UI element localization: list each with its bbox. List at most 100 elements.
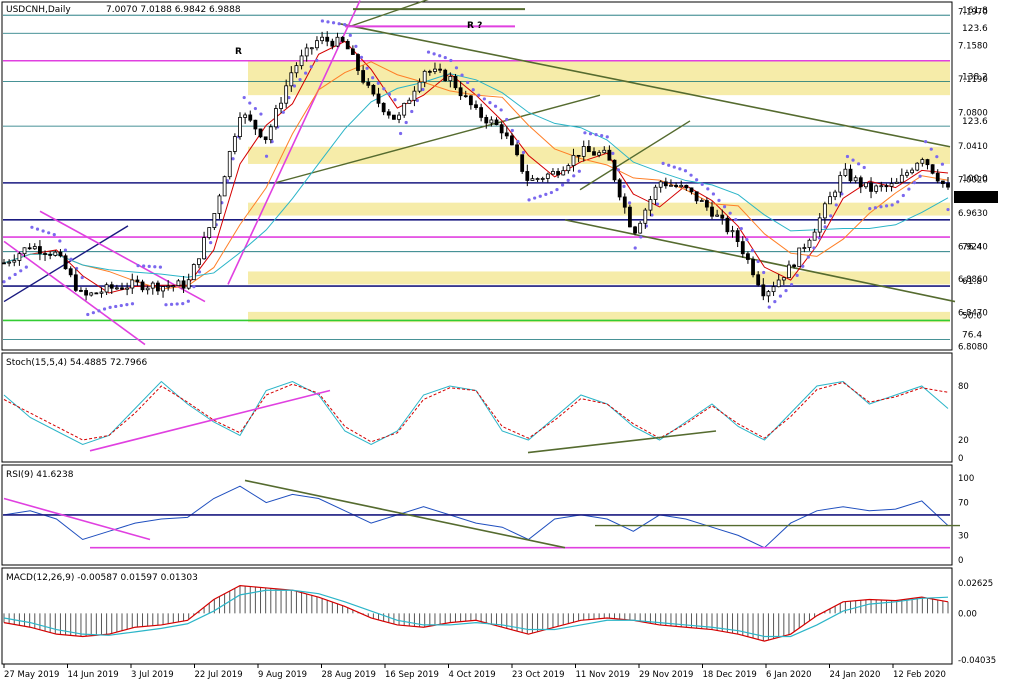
candle-body-81 — [417, 81, 422, 92]
sar-dot-15 — [86, 312, 90, 317]
sar-dot-133 — [745, 237, 749, 242]
candle-body-161 — [828, 196, 832, 205]
candle-body-173 — [889, 183, 894, 187]
date-label-0: 27 May 2019 — [4, 670, 59, 680]
candle-body-146 — [751, 259, 755, 276]
sar-dot-25 — [142, 264, 146, 268]
candle-body-52 — [268, 126, 273, 141]
candle-body-69 — [356, 54, 360, 71]
candle-body-21 — [109, 284, 114, 289]
sar-dot-30 — [169, 302, 174, 306]
candle-body-182 — [935, 172, 940, 182]
date-label-10: 29 Nov 2019 — [639, 670, 693, 680]
candle-body-127 — [653, 186, 658, 200]
candle-body-25 — [130, 279, 135, 289]
sar-dot-67 — [376, 81, 380, 85]
candle-body-36 — [186, 279, 191, 289]
candle-body-149 — [766, 291, 771, 297]
candle-body-156 — [802, 247, 807, 249]
sar-dot-29 — [164, 303, 168, 307]
sar-dot-138 — [773, 300, 777, 304]
candle-body-71 — [366, 81, 371, 86]
candle-body-90 — [463, 95, 468, 98]
sar-dot-149 — [834, 203, 838, 207]
date-label-7: 4 Oct 2019 — [449, 670, 496, 680]
sar-dot-168 — [940, 162, 945, 166]
sar-dot-131 — [734, 217, 738, 222]
sar-dot-120 — [672, 165, 676, 169]
sar-dot-165 — [924, 140, 928, 144]
sar-dot-41 — [231, 157, 235, 161]
candle-body-178 — [915, 162, 920, 171]
candle-body-87 — [448, 75, 453, 82]
candle-body-169 — [869, 182, 873, 192]
candle-body-76 — [392, 114, 396, 120]
candle-body-50 — [258, 128, 263, 138]
candle-body-88 — [453, 75, 458, 89]
candle-body-145 — [746, 253, 750, 260]
candle-body-107 — [551, 171, 555, 175]
candle-body-166 — [853, 177, 858, 182]
candle-body-172 — [884, 185, 889, 188]
sar-dot-123 — [689, 173, 693, 177]
ma-line-1 — [3, 61, 949, 290]
sar-dot-145 — [812, 246, 816, 250]
candle-body-31 — [161, 286, 165, 292]
candle-body-96 — [494, 119, 499, 126]
candle-body-147 — [756, 274, 761, 286]
sar-dot-98 — [549, 190, 554, 195]
fib-label-1: 123.6 — [962, 24, 988, 34]
sar-dot-112 — [628, 201, 632, 205]
price-tick-7: 6.9240 — [958, 243, 988, 253]
sar-dot-9 — [52, 233, 56, 237]
sar-dot-124 — [695, 178, 699, 182]
candle-body-12 — [63, 255, 68, 270]
sar-dot-83 — [466, 80, 470, 85]
candle-body-15 — [79, 289, 83, 292]
date-label-13: 24 Jan 2020 — [830, 670, 881, 680]
sar-dot-21 — [119, 303, 123, 308]
sar-dot-89 — [499, 108, 503, 112]
sar-dot-111 — [622, 184, 626, 188]
sar-dot-73 — [410, 109, 414, 114]
sar-dot-76 — [426, 50, 431, 54]
annotation-r-question: R ? — [467, 21, 482, 31]
fib-label-8: 76.4 — [962, 330, 982, 340]
candle-body-154 — [792, 264, 796, 267]
sar-dot-53 — [298, 77, 302, 82]
sar-dot-27 — [153, 265, 157, 269]
sar-dot-128 — [717, 198, 721, 202]
date-label-4: 9 Aug 2019 — [258, 670, 307, 680]
candle-body-38 — [197, 258, 201, 265]
candle-body-23 — [120, 287, 124, 290]
trading-chart[interactable]: 161.8123.6138.2123.6100.076.461.850.076.… — [0, 0, 1024, 683]
candle-body-8 — [43, 253, 47, 255]
date-label-8: 23 Oct 2019 — [512, 670, 565, 680]
candle-body-123 — [633, 226, 637, 234]
candle-body-168 — [864, 182, 868, 188]
sar-dot-139 — [778, 294, 783, 298]
date-label-6: 16 Sep 2019 — [385, 670, 439, 680]
candle-body-180 — [925, 159, 930, 166]
candle-body-49 — [253, 119, 258, 130]
candle-body-125 — [643, 209, 648, 224]
sar-dot-151 — [845, 154, 850, 159]
sar-dot-79 — [443, 55, 447, 60]
sar-dot-127 — [711, 192, 715, 196]
sar-dot-1 — [7, 276, 12, 280]
sar-dot-59 — [331, 21, 336, 25]
sar-dot-142 — [795, 273, 799, 277]
candle-body-14 — [73, 274, 78, 291]
sar-dot-103 — [577, 169, 581, 173]
sar-dot-61 — [343, 23, 347, 27]
candle-body-140 — [720, 214, 725, 219]
candle-body-101 — [520, 154, 525, 172]
candle-body-167 — [858, 177, 863, 188]
sar-dot-18 — [102, 307, 107, 311]
sar-dot-130 — [728, 211, 732, 215]
sar-dot-26 — [147, 264, 151, 268]
candle-body-94 — [484, 117, 489, 124]
candle-body-28 — [145, 287, 150, 291]
trend-line-3 — [349, 0, 429, 28]
candle-body-117 — [602, 149, 607, 154]
